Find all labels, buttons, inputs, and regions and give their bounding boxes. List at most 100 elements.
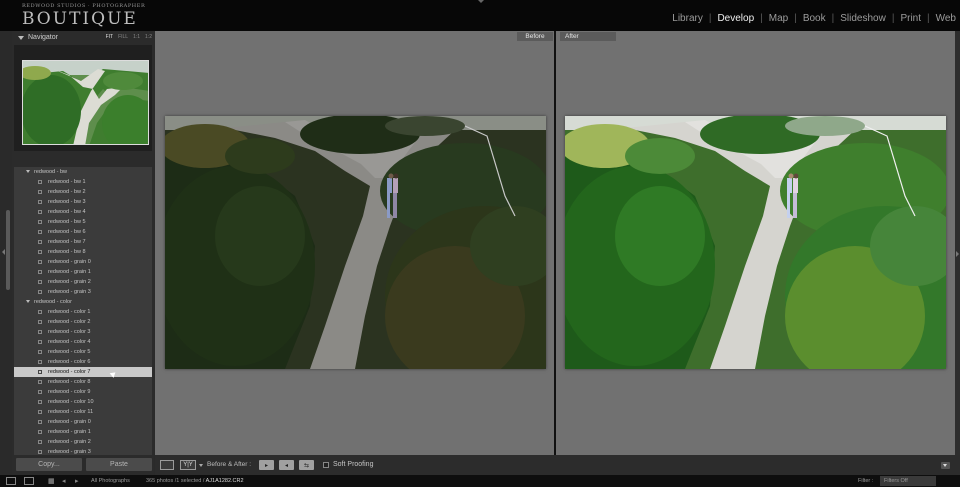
zoom-option-1-1[interactable]: 1:1 [133,34,140,40]
presets-scrollbar[interactable] [6,210,10,290]
preset-icon [38,260,42,264]
presets-list: redwood - bw redwood - bw 1 redwood - bw 2… [14,167,152,455]
module-map[interactable]: Map [769,13,788,24]
preset-item[interactable]: redwood - bw 1 [14,177,152,187]
preset-label: redwood - color 3 [48,329,91,335]
copy-before-to-after-button[interactable]: ▸ [259,460,274,470]
preset-item[interactable]: redwood - color 7 [14,367,152,377]
filmstrip-source[interactable]: All Photographs [91,478,130,484]
preset-item[interactable]: redwood - grain 2 [14,277,152,287]
preset-icon [38,330,42,334]
toolbar-menu-button[interactable] [941,462,950,469]
module-print[interactable]: Print [900,13,921,24]
preset-item[interactable]: redwood - bw 2 [14,187,152,197]
preset-label: redwood - bw 8 [48,249,86,255]
zoom-option-fit[interactable]: FIT [106,34,114,40]
navigator-header[interactable]: Navigator FIT FILL 1:1 1:2 [12,31,154,44]
preset-item[interactable]: redwood - color 3 [14,327,152,337]
preset-item[interactable]: redwood - color 1 [14,307,152,317]
module-web[interactable]: Web [936,13,956,24]
preset-item[interactable]: redwood - color 9 [14,387,152,397]
window-one-icon[interactable] [6,477,16,485]
preset-label: redwood - color 9 [48,389,91,395]
preset-item[interactable]: redwood - color 2 [14,317,152,327]
swap-button[interactable]: ⇆ [299,460,314,470]
navigator-preview[interactable] [14,45,152,151]
preset-item[interactable]: redwood - grain 2 [14,437,152,447]
before-pane[interactable]: Before [155,31,554,455]
module-slideshow[interactable]: Slideshow [840,13,886,24]
preset-item[interactable]: redwood - bw 8 [14,247,152,257]
zoom-option-1-2[interactable]: 1:2 [145,34,152,40]
forward-icon[interactable]: ▸ [75,477,79,485]
preset-icon [38,380,42,384]
preset-icon [38,230,42,234]
preset-item[interactable]: redwood - bw 6 [14,227,152,237]
collapse-left-icon[interactable] [2,249,5,255]
collapse-right-icon[interactable] [956,251,959,257]
before-photo[interactable] [165,116,546,369]
before-after-icon[interactable]: Y|Y [180,460,196,470]
disclosure-triangle-icon[interactable] [18,35,24,40]
preset-icon [38,410,42,414]
collapse-top-icon[interactable] [478,0,484,3]
preset-item[interactable]: redwood - bw 3 [14,197,152,207]
preset-icon [38,240,42,244]
module-separator: | [708,13,712,24]
top-bar: REDWOOD STUDIOS · PHOTOGRAPHER BOUTIQUE … [0,0,960,31]
navigator-thumbnail[interactable] [22,60,149,145]
arrow-left-icon: ◂ [284,462,288,469]
preset-icon [38,440,42,444]
preset-item[interactable]: redwood - grain 1 [14,427,152,437]
view-mode-dropdown-icon[interactable] [199,464,203,467]
preset-item[interactable]: redwood - color 5 [14,347,152,357]
copy-button[interactable]: Copy... [16,458,82,471]
grid-icon[interactable]: ▦ [48,477,55,485]
zoom-option-fill[interactable]: FILL [118,34,128,40]
single-view-icon[interactable] [160,460,174,470]
module-book[interactable]: Book [803,13,826,24]
filter-dropdown[interactable]: Filters Off [880,476,936,486]
after-photo[interactable] [565,116,946,369]
preset-item[interactable]: redwood - grain 0 [14,417,152,427]
disclosure-triangle-icon[interactable] [26,300,30,303]
preset-folder[interactable]: redwood - color [14,297,152,307]
preset-icon [38,400,42,404]
filename[interactable]: AJ1A1282.CR2 [206,478,244,484]
paste-button[interactable]: Paste [86,458,152,471]
copy-after-to-before-button[interactable]: ◂ [279,460,294,470]
preset-label: redwood - color 4 [48,339,91,345]
preset-item[interactable]: redwood - bw 7 [14,237,152,247]
preset-icon [38,360,42,364]
module-develop[interactable]: Develop [717,13,754,24]
preset-item[interactable]: redwood - bw 4 [14,207,152,217]
preset-item[interactable]: redwood - grain 3 [14,447,152,455]
preset-item[interactable]: redwood - grain 3 [14,287,152,297]
right-panel-edge[interactable] [955,31,960,455]
disclosure-triangle-icon[interactable] [26,170,30,173]
module-picker: Library | Develop | Map | Book | Slideshow | Print… [672,13,956,24]
preset-item[interactable]: redwood - bw 5 [14,217,152,227]
preset-icon [38,430,42,434]
back-icon[interactable]: ◂ [62,477,66,485]
module-library[interactable]: Library [672,13,703,24]
preset-item[interactable]: redwood - grain 0 [14,257,152,267]
preset-label: redwood - bw 1 [48,179,86,185]
preset-icon [38,270,42,274]
window-two-icon[interactable] [24,477,34,485]
brand-logo: BOUTIQUE [22,9,138,29]
preset-item[interactable]: redwood - color 4 [14,337,152,347]
preset-item[interactable]: redwood - color 10 [14,397,152,407]
soft-proofing-checkbox[interactable] [323,462,329,468]
preset-label: redwood - bw 7 [48,239,86,245]
preset-item[interactable]: redwood - color 11 [14,407,152,417]
preset-item[interactable]: redwood - color 8 [14,377,152,387]
preset-item[interactable]: redwood - grain 1 [14,267,152,277]
preset-label: redwood - grain 0 [48,419,91,425]
swap-icon: ⇆ [303,462,310,469]
after-pane[interactable]: After [556,31,955,455]
preset-item[interactable]: redwood - color 6 [14,357,152,367]
preset-label: redwood - grain 1 [48,269,91,275]
preset-folder[interactable]: redwood - bw [14,167,152,177]
preset-icon [38,180,42,184]
